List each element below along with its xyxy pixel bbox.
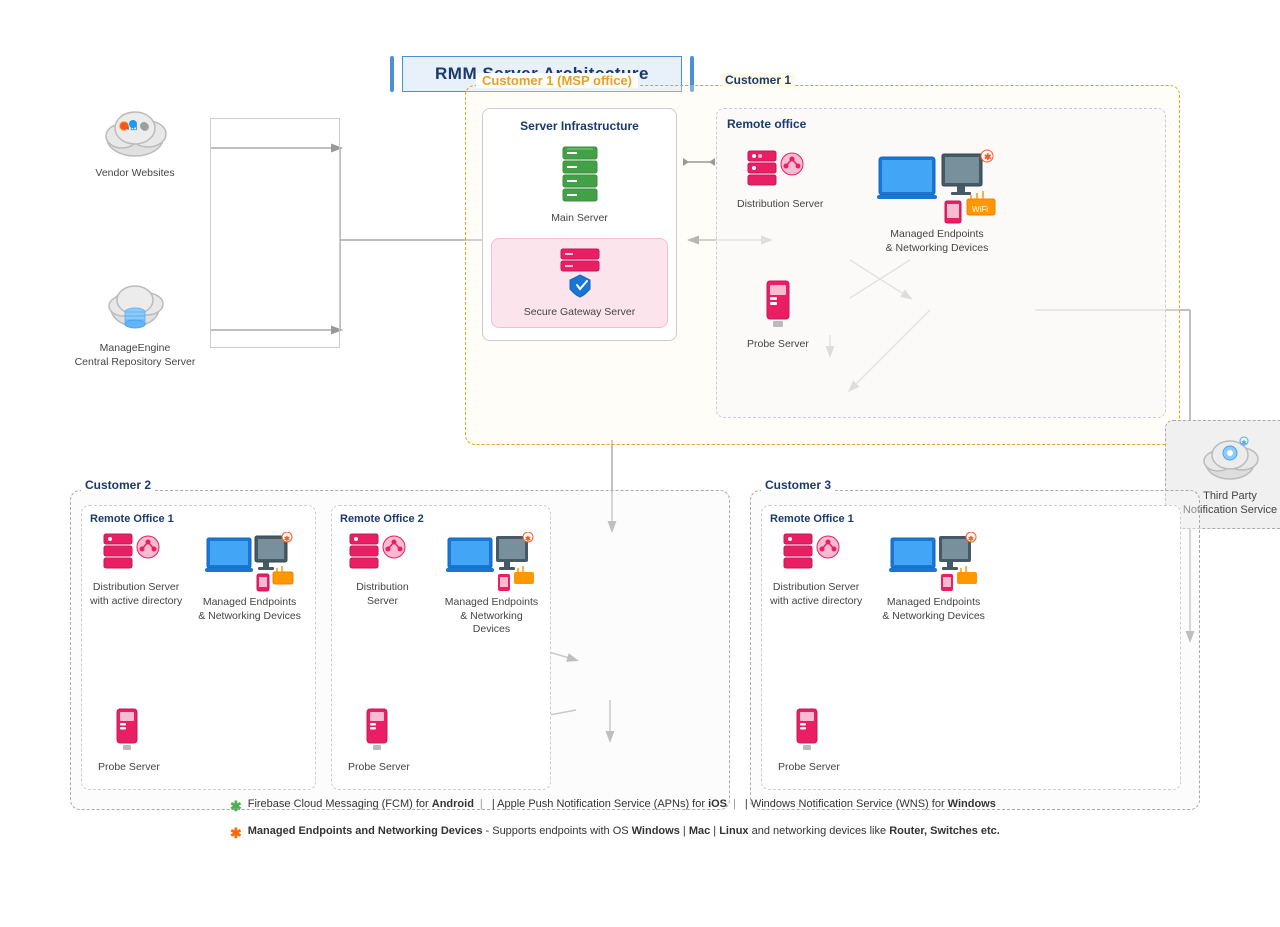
cust3-managed-endpoints-label: Managed Endpoints& Networking Devices	[882, 596, 985, 623]
manageengine-label: ManageEngineCentral Repository Server	[75, 342, 196, 369]
svg-text:✱: ✱	[525, 535, 531, 543]
cust1-remote-office-box: Remote office	[716, 108, 1166, 418]
title-accent-left	[390, 56, 394, 92]
cust2-managed2-block: ✱ Managed Endpoints& Networking Devices	[441, 532, 542, 637]
cust2-remote2-content: Distribution Server	[340, 532, 542, 637]
cust2-remote2-title: Remote Office 2	[340, 513, 424, 525]
secure-gateway-box: Secure Gateway Server	[491, 238, 668, 329]
cust1-managed-endpoints-label: Managed Endpoints& Networking Devices	[886, 228, 989, 255]
vendor-websites-icon: 🐧 ⊞	[100, 100, 170, 163]
legend-item-1: ✱ Firebase Cloud Messaging (FCM) for And…	[230, 796, 1250, 817]
customer1-msp-label: Customer 1 (MSP office)	[476, 73, 638, 88]
cust2-remote1-title: Remote Office 1	[90, 513, 174, 525]
cust3-dist-ad-block: Distribution Serverwith active directory	[770, 532, 862, 608]
cust1-managed-endpoints-block: WiFi ✱ Managed Endpoints& Networking Dev…	[877, 149, 997, 255]
legend-item-2: ✱ Managed Endpoints and Networking Devic…	[230, 823, 1250, 844]
legend-section: ✱ Firebase Cloud Messaging (FCM) for And…	[230, 796, 1250, 850]
manageengine-block: ManageEngineCentral Repository Server	[70, 280, 200, 369]
cust3-probe-block: Probe Server	[778, 707, 840, 775]
svg-text:✱: ✱	[1241, 439, 1247, 447]
cust2-managed-block: ✱ Managed Endpoints& Networking Devices	[198, 532, 301, 623]
svg-text:✱: ✱	[284, 535, 290, 543]
customer1-msp-container: Customer 1 (MSP office) Server Infrastru…	[465, 85, 1180, 445]
cust2-probe-block: Probe Server	[98, 707, 160, 775]
cust1-remote-office-title: Remote office	[727, 117, 806, 131]
connector-rect	[210, 118, 340, 348]
cust3-dist-ad-label: Distribution Serverwith active directory	[770, 581, 862, 608]
customer3-label: Customer 3	[761, 478, 835, 492]
cust2-probe2-label: Probe Server	[348, 761, 410, 775]
cust2-remote2-box: Remote Office 2 Distr	[331, 505, 551, 790]
cust2-managed-endpoints-label: Managed Endpoints& Networking Devices	[198, 596, 301, 623]
customer2-box: Customer 2 Remote Office 1	[70, 490, 730, 810]
cust1-probe-server-label: Probe Server	[747, 338, 809, 352]
legend-green-asterisk: ✱	[230, 796, 242, 817]
main-dist-arrow	[681, 154, 717, 170]
customer1-sub-label: Customer 1	[721, 73, 795, 87]
vendor-websites-label: Vendor Websites	[95, 167, 174, 181]
cust3-managed-block: ✱ Managed Endpoints& Networking Devices	[882, 532, 985, 623]
cust2-remote1-content: Distribution Serverwith active directory	[90, 532, 307, 623]
main-server-block: Main Server	[491, 143, 668, 226]
customer2-label: Customer 2	[81, 478, 155, 492]
legend-orange-asterisk: ✱	[230, 823, 242, 844]
cust2-dist-ad-block: Distribution Serverwith active directory	[90, 532, 182, 608]
cust3-remote1-title: Remote Office 1	[770, 513, 854, 525]
main-server-label: Main Server	[551, 212, 608, 226]
cust2-probe2-block: Probe Server	[348, 707, 410, 775]
server-infra-box: Server Infrastructure Main Server	[482, 108, 677, 341]
server-infra-title: Server Infrastructure	[491, 119, 668, 133]
legend-item1-text: Firebase Cloud Messaging (FCM) for Andro…	[248, 796, 996, 813]
cust1-dist-server-label: Distribution Server	[737, 198, 823, 212]
vendor-websites-block: 🐧 ⊞ Vendor Websites	[70, 100, 200, 181]
cust2-dist-ad-label: Distribution Serverwith active directory	[90, 581, 182, 608]
cust3-remote1-content: Distribution Serverwith active directory	[770, 532, 1172, 623]
cust2-remote1-box: Remote Office 1	[81, 505, 316, 790]
cust2-managed2-endpoints-label: Managed Endpoints& Networking Devices	[441, 596, 542, 637]
cust2-dist2-block: Distribution Server	[340, 532, 425, 608]
svg-text:✱: ✱	[984, 152, 992, 162]
cust1-dist-server-block: Distribution Server	[737, 149, 823, 212]
secure-gateway-label: Secure Gateway Server	[524, 306, 635, 320]
customer3-box: Customer 3 Remote Office 1	[750, 490, 1200, 810]
cust2-probe-label: Probe Server	[98, 761, 160, 775]
manageengine-icon	[105, 280, 165, 338]
cust3-remote1-box: Remote Office 1 Distr	[761, 505, 1181, 790]
diagram-container: RMM Server Architecture 🐧 ⊞	[10, 0, 1270, 880]
svg-text:WiFi: WiFi	[972, 205, 988, 214]
svg-text:✱: ✱	[968, 535, 974, 543]
cust2-dist2-label: Distribution Server	[340, 581, 425, 608]
legend-item2-text: Managed Endpoints and Networking Devices…	[248, 823, 1000, 840]
cust3-probe-label: Probe Server	[778, 761, 840, 775]
cust1-probe-server-block: Probe Server	[747, 279, 809, 352]
secure-gateway-block: Secure Gateway Server	[524, 247, 635, 320]
